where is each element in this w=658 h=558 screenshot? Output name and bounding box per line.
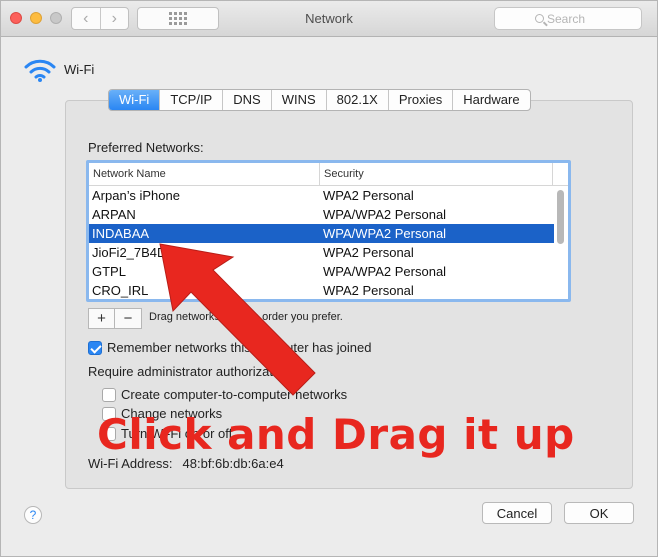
tab-8021x[interactable]: 802.1X	[327, 90, 389, 110]
table-row[interactable]: CRO_IRL WPA2 Personal	[89, 281, 554, 299]
column-network-name[interactable]: Network Name	[89, 163, 320, 185]
remove-network-button[interactable]: −	[115, 309, 141, 328]
network-security: WPA/WPA2 Personal	[323, 264, 447, 279]
network-name: INDABAA	[92, 226, 150, 241]
remember-networks-label: Remember networks this computer has join…	[107, 340, 372, 355]
title-bar: ‹ › Network Search	[1, 1, 657, 37]
column-security[interactable]: Security	[320, 163, 553, 185]
tab-proxies[interactable]: Proxies	[389, 90, 454, 110]
tab-wifi[interactable]: Wi-Fi	[109, 90, 161, 110]
table-row[interactable]: ARPAN WPA/WPA2 Personal	[89, 205, 554, 224]
search-icon	[535, 14, 544, 23]
help-button[interactable]: ?	[24, 506, 42, 524]
table-body: Arpan’s iPhone WPA2 Personal ARPAN WPA/W…	[89, 186, 554, 299]
search-field[interactable]: Search	[494, 7, 642, 30]
interface-label: Wi-Fi	[64, 62, 95, 77]
ok-button[interactable]: OK	[564, 502, 634, 524]
admin-authorization-label: Require administrator authorization to:	[88, 364, 309, 379]
network-preferences-window: ‹ › Network Search Wi-Fi Wi-Fi TCP/IP DN…	[0, 0, 658, 557]
table-scrollbar[interactable]	[557, 190, 564, 244]
tab-dns[interactable]: DNS	[223, 90, 272, 110]
network-name: GTPL	[92, 264, 126, 279]
network-security: WPA/WPA2 Personal	[323, 207, 447, 222]
table-row[interactable]: GTPL WPA/WPA2 Personal	[89, 262, 554, 281]
table-header: Network Name Security	[89, 163, 568, 186]
wifi-icon	[24, 59, 56, 82]
table-row-selected[interactable]: INDABAA WPA/WPA2 Personal	[89, 224, 554, 243]
drag-hint-text: Drag networks into the order you prefer.	[149, 311, 343, 323]
network-name: CRO_IRL	[92, 283, 149, 298]
tab-tcpip[interactable]: TCP/IP	[160, 90, 224, 110]
table-row[interactable]: Arpan’s iPhone WPA2 Personal	[89, 186, 554, 205]
remember-networks-checkbox[interactable]	[88, 341, 102, 355]
annotation-text: Click and Drag it up	[97, 410, 575, 459]
network-name: JioFi2_7B4D	[92, 245, 167, 260]
add-remove-buttons: + −	[88, 308, 142, 329]
tab-bar: Wi-Fi TCP/IP DNS WINS 802.1X Proxies Har…	[108, 89, 531, 111]
cancel-button[interactable]: Cancel	[482, 502, 552, 524]
network-security: WPA/WPA2 Personal	[323, 226, 447, 241]
network-security: WPA2 Personal	[323, 245, 414, 260]
network-security: WPA2 Personal	[323, 283, 414, 298]
table-row[interactable]: JioFi2_7B4D WPA2 Personal	[89, 243, 554, 262]
preferred-networks-table[interactable]: Network Name Security Arpan’s iPhone WPA…	[86, 160, 571, 302]
network-name: ARPAN	[92, 207, 136, 222]
preferred-networks-label: Preferred Networks:	[88, 140, 204, 155]
tab-wins[interactable]: WINS	[272, 90, 327, 110]
add-network-button[interactable]: +	[89, 309, 115, 328]
search-placeholder: Search	[547, 11, 586, 26]
create-c2c-checkbox[interactable]	[102, 388, 116, 402]
network-name: Arpan’s iPhone	[92, 188, 180, 203]
tab-hardware[interactable]: Hardware	[453, 90, 529, 110]
create-c2c-label: Create computer-to-computer networks	[121, 387, 348, 402]
network-security: WPA2 Personal	[323, 188, 414, 203]
